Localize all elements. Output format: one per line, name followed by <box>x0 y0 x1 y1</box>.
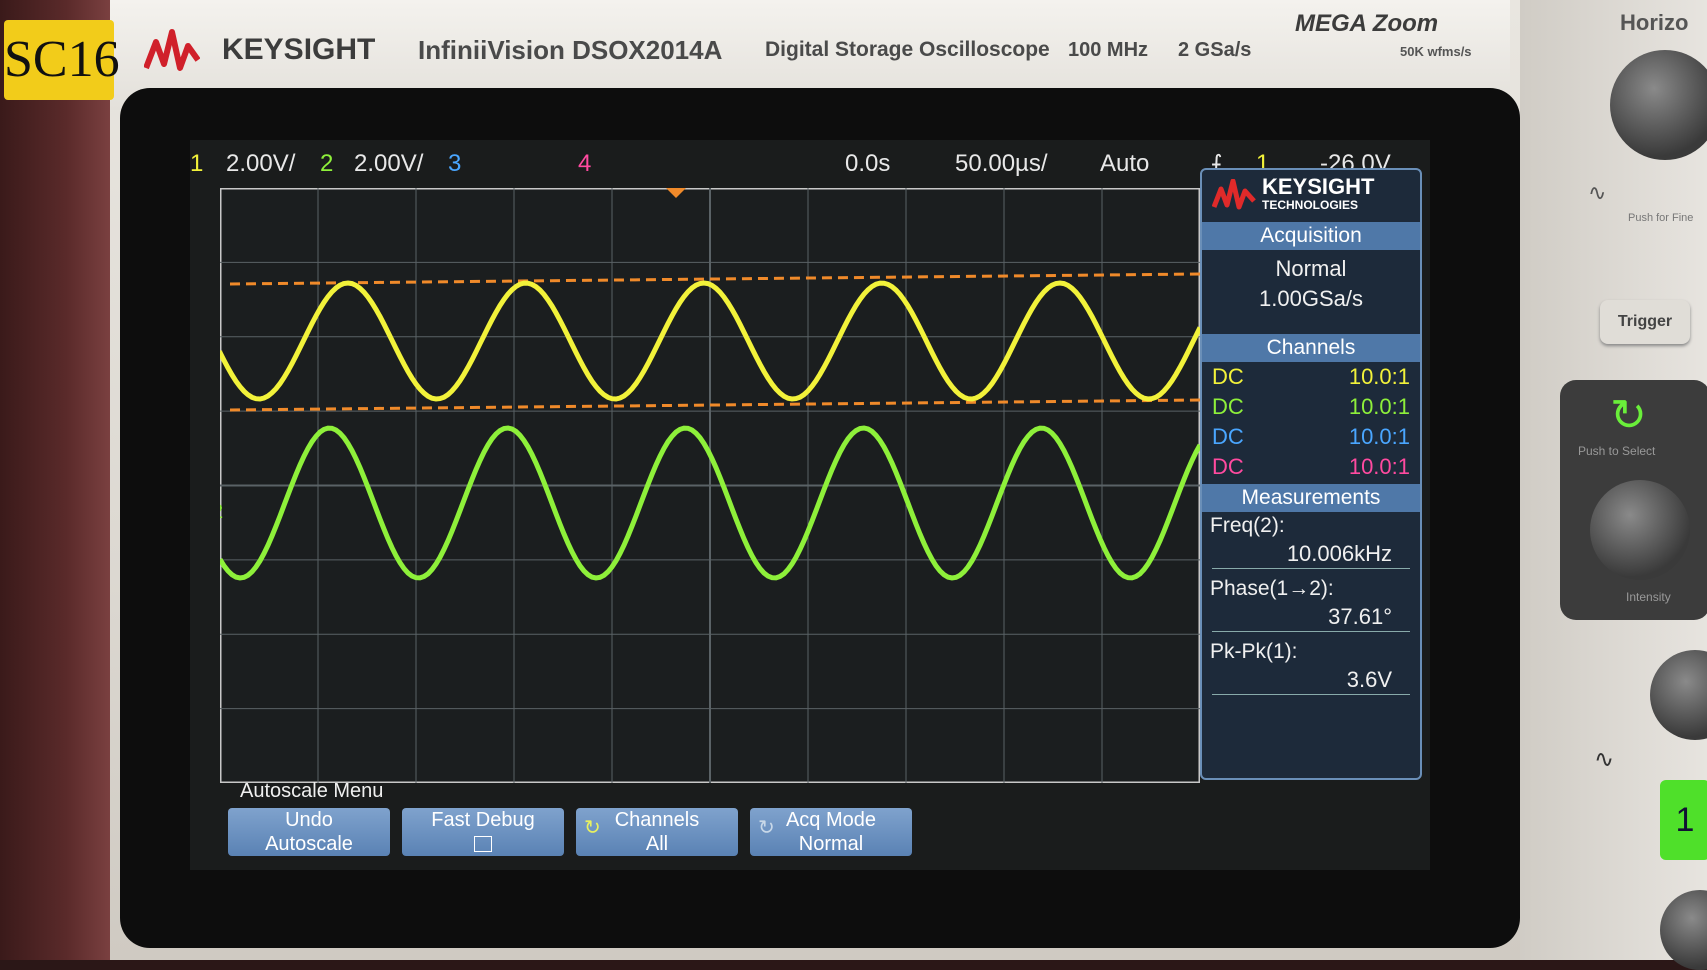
side-logo: KEYSIGHT TECHNOLOGIES <box>1202 170 1420 222</box>
bandwidth-label: 100 MHz <box>1068 39 1149 61</box>
waveform-graticule: 1 2 <box>220 188 1200 783</box>
measurements-header: Measurements <box>1202 484 1420 512</box>
wave-icon: ∿ <box>1594 746 1615 773</box>
megazoom-subtitle: 50K wfms/s <box>1400 44 1472 59</box>
entry-knob[interactable] <box>1590 480 1690 580</box>
sample-rate-label: 2 GSa/s <box>1178 39 1252 61</box>
channel-row: DC 10.0:1 <box>1202 452 1420 482</box>
ch2-scale: 2.00V/ <box>354 150 424 177</box>
side-logo-text: KEYSIGHT <box>1262 174 1375 199</box>
wave-icon: ∿ <box>1588 180 1607 205</box>
display-screen: 1 2.00V/ 2 2.00V/ 3 4 0.0s 50.00µs/ Auto… <box>190 140 1430 870</box>
channels-all-button[interactable]: ↻ Channels All <box>576 808 738 856</box>
horizontal-label: Horizo <box>1620 10 1689 35</box>
acquisition-rate: 1.00GSa/s <box>1259 286 1363 311</box>
undo-autoscale-button[interactable]: Undo Autoscale <box>228 808 390 856</box>
brand-name: KEYSIGHT <box>222 33 376 66</box>
measurement-value: 3.6V <box>1212 666 1410 695</box>
rotate-knob-icon: ↻ <box>584 817 601 839</box>
channel-probe-ratio: 10.0:1 <box>1348 364 1410 389</box>
rotate-knob-icon: ↻ <box>758 817 775 839</box>
channel-probe-ratio: 10.0:1 <box>1348 454 1410 479</box>
megazoom-logo: MEGA Zoom <box>1295 10 1439 37</box>
push-fine-label: Push for Fine <box>1628 212 1694 224</box>
channel-probe-ratio: 10.0:1 <box>1348 394 1410 419</box>
intensity-label: Intensity <box>1626 590 1671 604</box>
measurement-list: Freq(2): 10.006kHz Phase(1→2): 37.61° Pk-Pk(… <box>1202 512 1420 695</box>
channel-coupling: DC <box>1212 394 1244 419</box>
position-knob[interactable] <box>1660 890 1707 970</box>
model-description: Digital Storage Oscilloscope <box>765 38 1050 61</box>
ch2-ground-marker: 2 <box>220 501 223 523</box>
keysight-wave-icon <box>144 29 200 71</box>
channels-header: Channels <box>1202 334 1420 362</box>
channel-row: DC 10.0:1 <box>1202 362 1420 392</box>
acquisition-mode: Normal <box>1275 256 1347 281</box>
fast-debug-button[interactable]: Fast Debug <box>402 808 564 856</box>
vertical-knob[interactable] <box>1650 650 1707 740</box>
measurement-label: Freq(2): <box>1210 514 1285 537</box>
trigger-button[interactable]: Trigger <box>1600 300 1690 344</box>
keysight-wave-icon <box>1212 179 1256 210</box>
channel-coupling: DC <box>1212 454 1244 479</box>
side-info-panel: KEYSIGHT TECHNOLOGIES Acquisition Normal… <box>1200 168 1422 780</box>
measurement-label: Phase(1→2): <box>1210 577 1334 600</box>
channel-list: DC 10.0:1 DC 10.0:1 DC 10.0:1 DC 10.0:1 <box>1202 362 1420 482</box>
background-wall <box>0 0 110 960</box>
ch1-scale: 2.00V/ <box>226 150 296 177</box>
push-select-label: Push to Select <box>1578 444 1656 458</box>
ch1-ground-marker: 1 <box>220 335 223 357</box>
side-logo-sub: TECHNOLOGIES <box>1262 198 1359 212</box>
acquisition-header: Acquisition <box>1202 222 1420 250</box>
time-offset: 0.0s <box>845 150 891 177</box>
measurement-label: Pk-Pk(1): <box>1210 640 1298 663</box>
ch1-indicator: 1 <box>190 150 204 177</box>
time-scale: 50.00µs/ <box>955 150 1048 177</box>
trigger-mode: Auto <box>1100 150 1150 177</box>
ch4-indicator: 4 <box>578 150 592 177</box>
channel-row: DC 10.0:1 <box>1202 422 1420 452</box>
entry-knob-panel: ↻ Push to Select Intensity <box>1560 380 1707 620</box>
channel-row: DC 10.0:1 <box>1202 392 1420 422</box>
fast-debug-checkbox[interactable] <box>474 836 492 852</box>
channel-coupling: DC <box>1212 364 1244 389</box>
channel-coupling: DC <box>1212 424 1244 449</box>
push-select-icon: ↻ <box>1610 391 1647 440</box>
lab-sticker: SC16 <box>4 20 120 100</box>
channel-1-button[interactable]: 1 <box>1660 780 1707 860</box>
acq-mode-button[interactable]: ↻ Acq Mode Normal <box>750 808 912 856</box>
ch2-indicator: 2 <box>320 150 334 177</box>
menu-title: Autoscale Menu <box>240 780 384 802</box>
measurement-value: 37.61° <box>1212 603 1410 632</box>
model-name: InfiniiVision DSOX2014A <box>418 35 723 65</box>
channel-probe-ratio: 10.0:1 <box>1348 424 1410 449</box>
front-control-panel: Horizo ∿ Push for Fine Trigger ↻ Push to… <box>1520 0 1707 970</box>
horizontal-knob[interactable] <box>1610 50 1707 160</box>
ch3-indicator: 3 <box>448 150 462 177</box>
measurement-value: 10.006kHz <box>1212 540 1410 569</box>
